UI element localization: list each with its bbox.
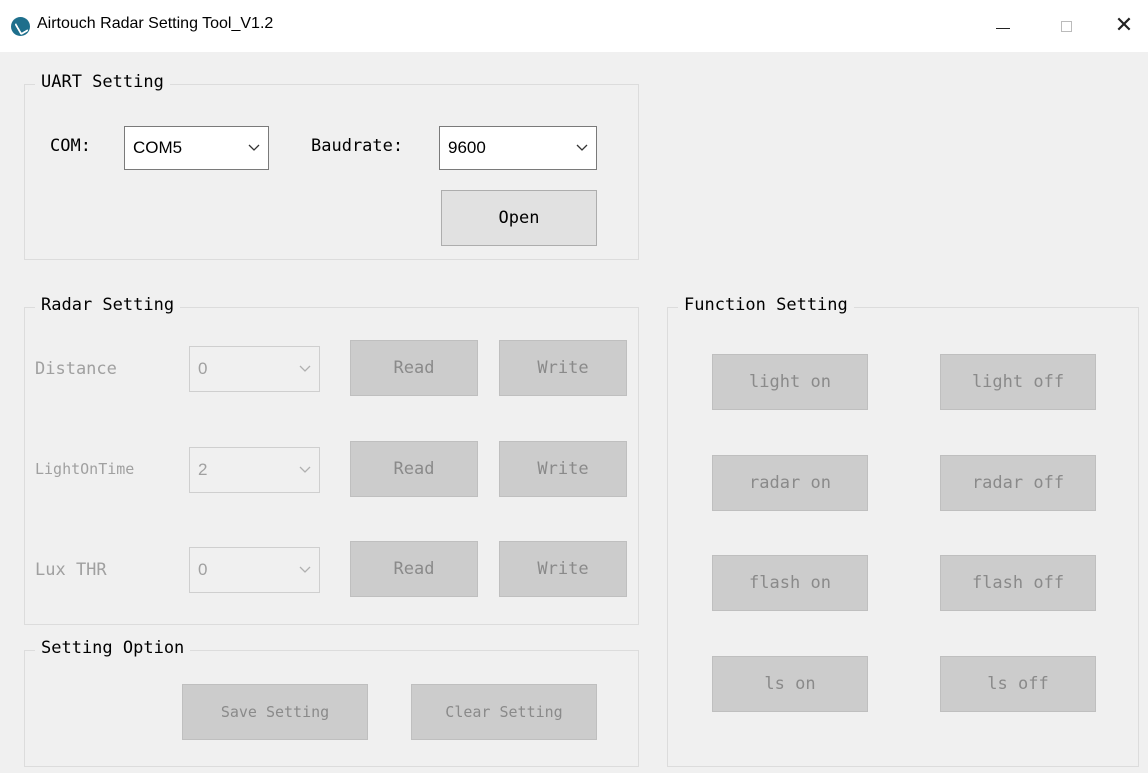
radar-setting-legend: Radar Setting — [35, 295, 181, 315]
chevron-down-icon — [248, 144, 260, 151]
chevron-down-icon — [299, 566, 311, 573]
lux-thr-read-button[interactable]: Read — [350, 541, 478, 597]
setting-option-group: Setting Option Save Setting Clear Settin… — [24, 638, 639, 767]
chevron-down-icon — [299, 466, 311, 473]
minimize-button[interactable] — [975, 0, 1031, 52]
lux-thr-select[interactable]: 0 — [189, 547, 320, 593]
lux-thr-value: 0 — [198, 560, 208, 579]
baudrate-label: Baudrate: — [311, 136, 404, 156]
com-port-value: COM5 — [133, 138, 183, 157]
close-icon: ✕ — [1114, 13, 1134, 38]
function-setting-group: Function Setting light on light off rada… — [667, 295, 1139, 767]
radar-setting-group: Radar Setting Distance 0 Read Write Ligh… — [24, 295, 639, 625]
close-button[interactable]: ✕ — [1096, 0, 1148, 52]
clear-setting-button[interactable]: Clear Setting — [411, 684, 597, 740]
radar-on-button[interactable]: radar on — [712, 455, 868, 511]
open-port-button[interactable]: Open — [441, 190, 597, 246]
flash-on-button[interactable]: flash on — [712, 555, 868, 611]
light-on-time-value: 2 — [198, 460, 208, 479]
light-on-time-write-button[interactable]: Write — [499, 441, 627, 497]
light-off-button[interactable]: light off — [940, 354, 1096, 410]
flash-off-button[interactable]: flash off — [940, 555, 1096, 611]
setting-option-legend: Setting Option — [35, 638, 191, 658]
function-setting-legend: Function Setting — [678, 295, 854, 315]
light-on-button[interactable]: light on — [712, 354, 868, 410]
radar-app-icon — [11, 17, 30, 36]
distance-read-button[interactable]: Read — [350, 340, 478, 396]
distance-write-button[interactable]: Write — [499, 340, 627, 396]
chevron-down-icon — [576, 144, 588, 151]
chevron-down-icon — [299, 365, 311, 372]
com-label: COM: — [50, 136, 91, 156]
lux-thr-write-button[interactable]: Write — [499, 541, 627, 597]
light-on-time-read-button[interactable]: Read — [350, 441, 478, 497]
distance-value: 0 — [198, 359, 208, 378]
distance-label: Distance — [35, 359, 117, 379]
baudrate-select[interactable]: 9600 — [439, 126, 597, 170]
ls-off-button[interactable]: ls off — [940, 656, 1096, 712]
com-port-select[interactable]: COM5 — [124, 126, 269, 170]
radar-off-button[interactable]: radar off — [940, 455, 1096, 511]
window-title: Airtouch Radar Setting Tool_V1.2 — [37, 15, 274, 32]
maximize-icon — [1060, 20, 1072, 32]
ls-on-button[interactable]: ls on — [712, 656, 868, 712]
save-setting-button[interactable]: Save Setting — [182, 684, 368, 740]
light-on-time-select[interactable]: 2 — [189, 447, 320, 493]
title-bar: Airtouch Radar Setting Tool_V1.2 ✕ — [0, 0, 1148, 52]
lux-thr-label: Lux THR — [35, 560, 107, 580]
maximize-button[interactable] — [1038, 0, 1094, 52]
baudrate-value: 9600 — [448, 138, 486, 157]
uart-setting-legend: UART Setting — [35, 72, 170, 92]
distance-select[interactable]: 0 — [189, 346, 320, 392]
minimize-icon — [996, 27, 1010, 29]
uart-setting-group: UART Setting COM: COM5 Baudrate: 9600 Op… — [24, 72, 639, 260]
light-on-time-label: LightOnTime — [35, 460, 135, 478]
